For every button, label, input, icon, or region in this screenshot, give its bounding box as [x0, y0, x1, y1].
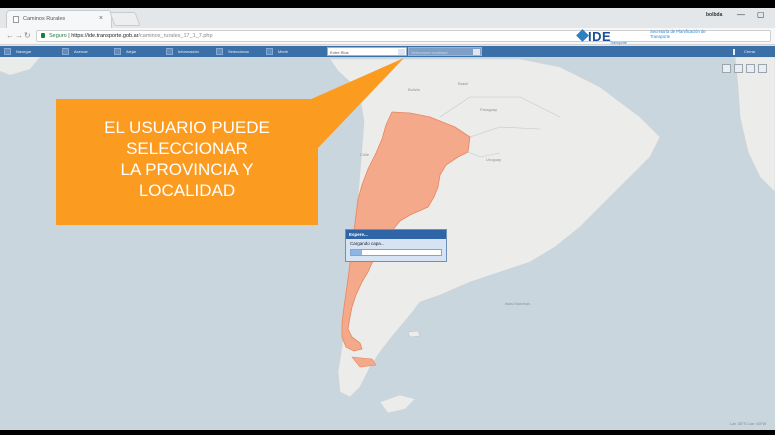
screenshot-frame: Caminos Rurales × bolbda — ▢ ← → ↻ Segur… [0, 8, 775, 430]
zoom-extent-icon[interactable] [722, 64, 731, 73]
print-icon[interactable] [758, 64, 767, 73]
chevron-down-icon[interactable] [398, 49, 405, 55]
tab-title: Caminos Rurales [23, 16, 66, 22]
measure-button[interactable]: Medir [266, 47, 314, 56]
map-label-uruguay: Uruguay [486, 157, 502, 162]
browser-tab[interactable]: Caminos Rurales × [6, 10, 112, 28]
map-label-brasil: Brasil [458, 81, 469, 86]
info-icon [166, 48, 173, 55]
province-select[interactable]: Entre Rios [327, 47, 407, 56]
info-button[interactable]: Información [166, 47, 214, 56]
maximize-icon[interactable]: ▢ [757, 10, 765, 19]
map-toolbar: Navegar Acercar Alejar Información Selec… [0, 46, 775, 57]
reload-icon[interactable]: ↻ [24, 31, 31, 40]
progress-bar [350, 249, 442, 256]
layers-icon[interactable] [746, 64, 755, 73]
fullscreen-icon[interactable] [734, 64, 743, 73]
select-button[interactable]: Seleccionar [216, 47, 264, 56]
map-label-paraguay: Paraguay [480, 107, 498, 112]
dialog-message: Cargando capa... [350, 241, 385, 246]
instruction-callout: EL USUARIO PUEDE SELECCIONAR LA PROVINCI… [56, 99, 318, 225]
tab-close-icon[interactable]: × [99, 15, 103, 22]
chevron-down-icon[interactable] [473, 49, 480, 55]
dialog-title: Espere... [346, 230, 446, 239]
close-button[interactable]: Cerrar [744, 49, 755, 54]
url-path: /caminos_rurales_17_1_7.php [138, 33, 213, 39]
zoom-out-icon [114, 48, 121, 55]
secretaria-label: Secretaría de Planificación de Transport… [650, 29, 706, 39]
separator-icon [733, 49, 735, 55]
ide-logo-subtitle: Transporte [610, 41, 627, 45]
map-label-bolivia: Bolivia [408, 87, 420, 92]
map-label-chile: Chile [360, 152, 370, 157]
callout-text: EL USUARIO PUEDE SELECCIONAR LA PROVINCI… [104, 118, 270, 200]
locality-select[interactable]: Seleccione localidad [408, 47, 482, 56]
loading-dialog: Espere... Cargando capa... [345, 229, 447, 262]
ide-logo: IDE [588, 29, 612, 44]
zoom-out-button[interactable]: Alejar [114, 47, 162, 56]
minimize-icon[interactable]: — [737, 10, 745, 19]
coordinate-readout: Lat: 35°S Lon: 63°W [730, 421, 767, 426]
url-secure-label: Seguro [49, 33, 67, 39]
brand-header: IDE Transporte Secretaría de Planificaci… [576, 29, 708, 45]
zoom-in-icon [62, 48, 69, 55]
select-icon [216, 48, 223, 55]
profile-label[interactable]: bolbda [706, 12, 722, 18]
browser-tab-strip: Caminos Rurales × bolbda — ▢ [0, 8, 775, 28]
progress-fill [351, 250, 362, 255]
ruler-icon [266, 48, 273, 55]
new-tab-button[interactable] [109, 12, 141, 26]
zoom-in-button[interactable]: Acercar [62, 47, 110, 56]
url-host: https://ide.transporte.gob.ar [71, 33, 139, 39]
map-label-malvinas: Islas Malvinas [505, 301, 531, 306]
back-icon[interactable]: ← [6, 31, 14, 40]
lock-icon [41, 33, 45, 38]
pan-icon [4, 48, 11, 55]
page-icon [13, 16, 19, 23]
forward-icon[interactable]: → [15, 31, 23, 40]
navigate-button[interactable]: Navegar [4, 47, 54, 56]
